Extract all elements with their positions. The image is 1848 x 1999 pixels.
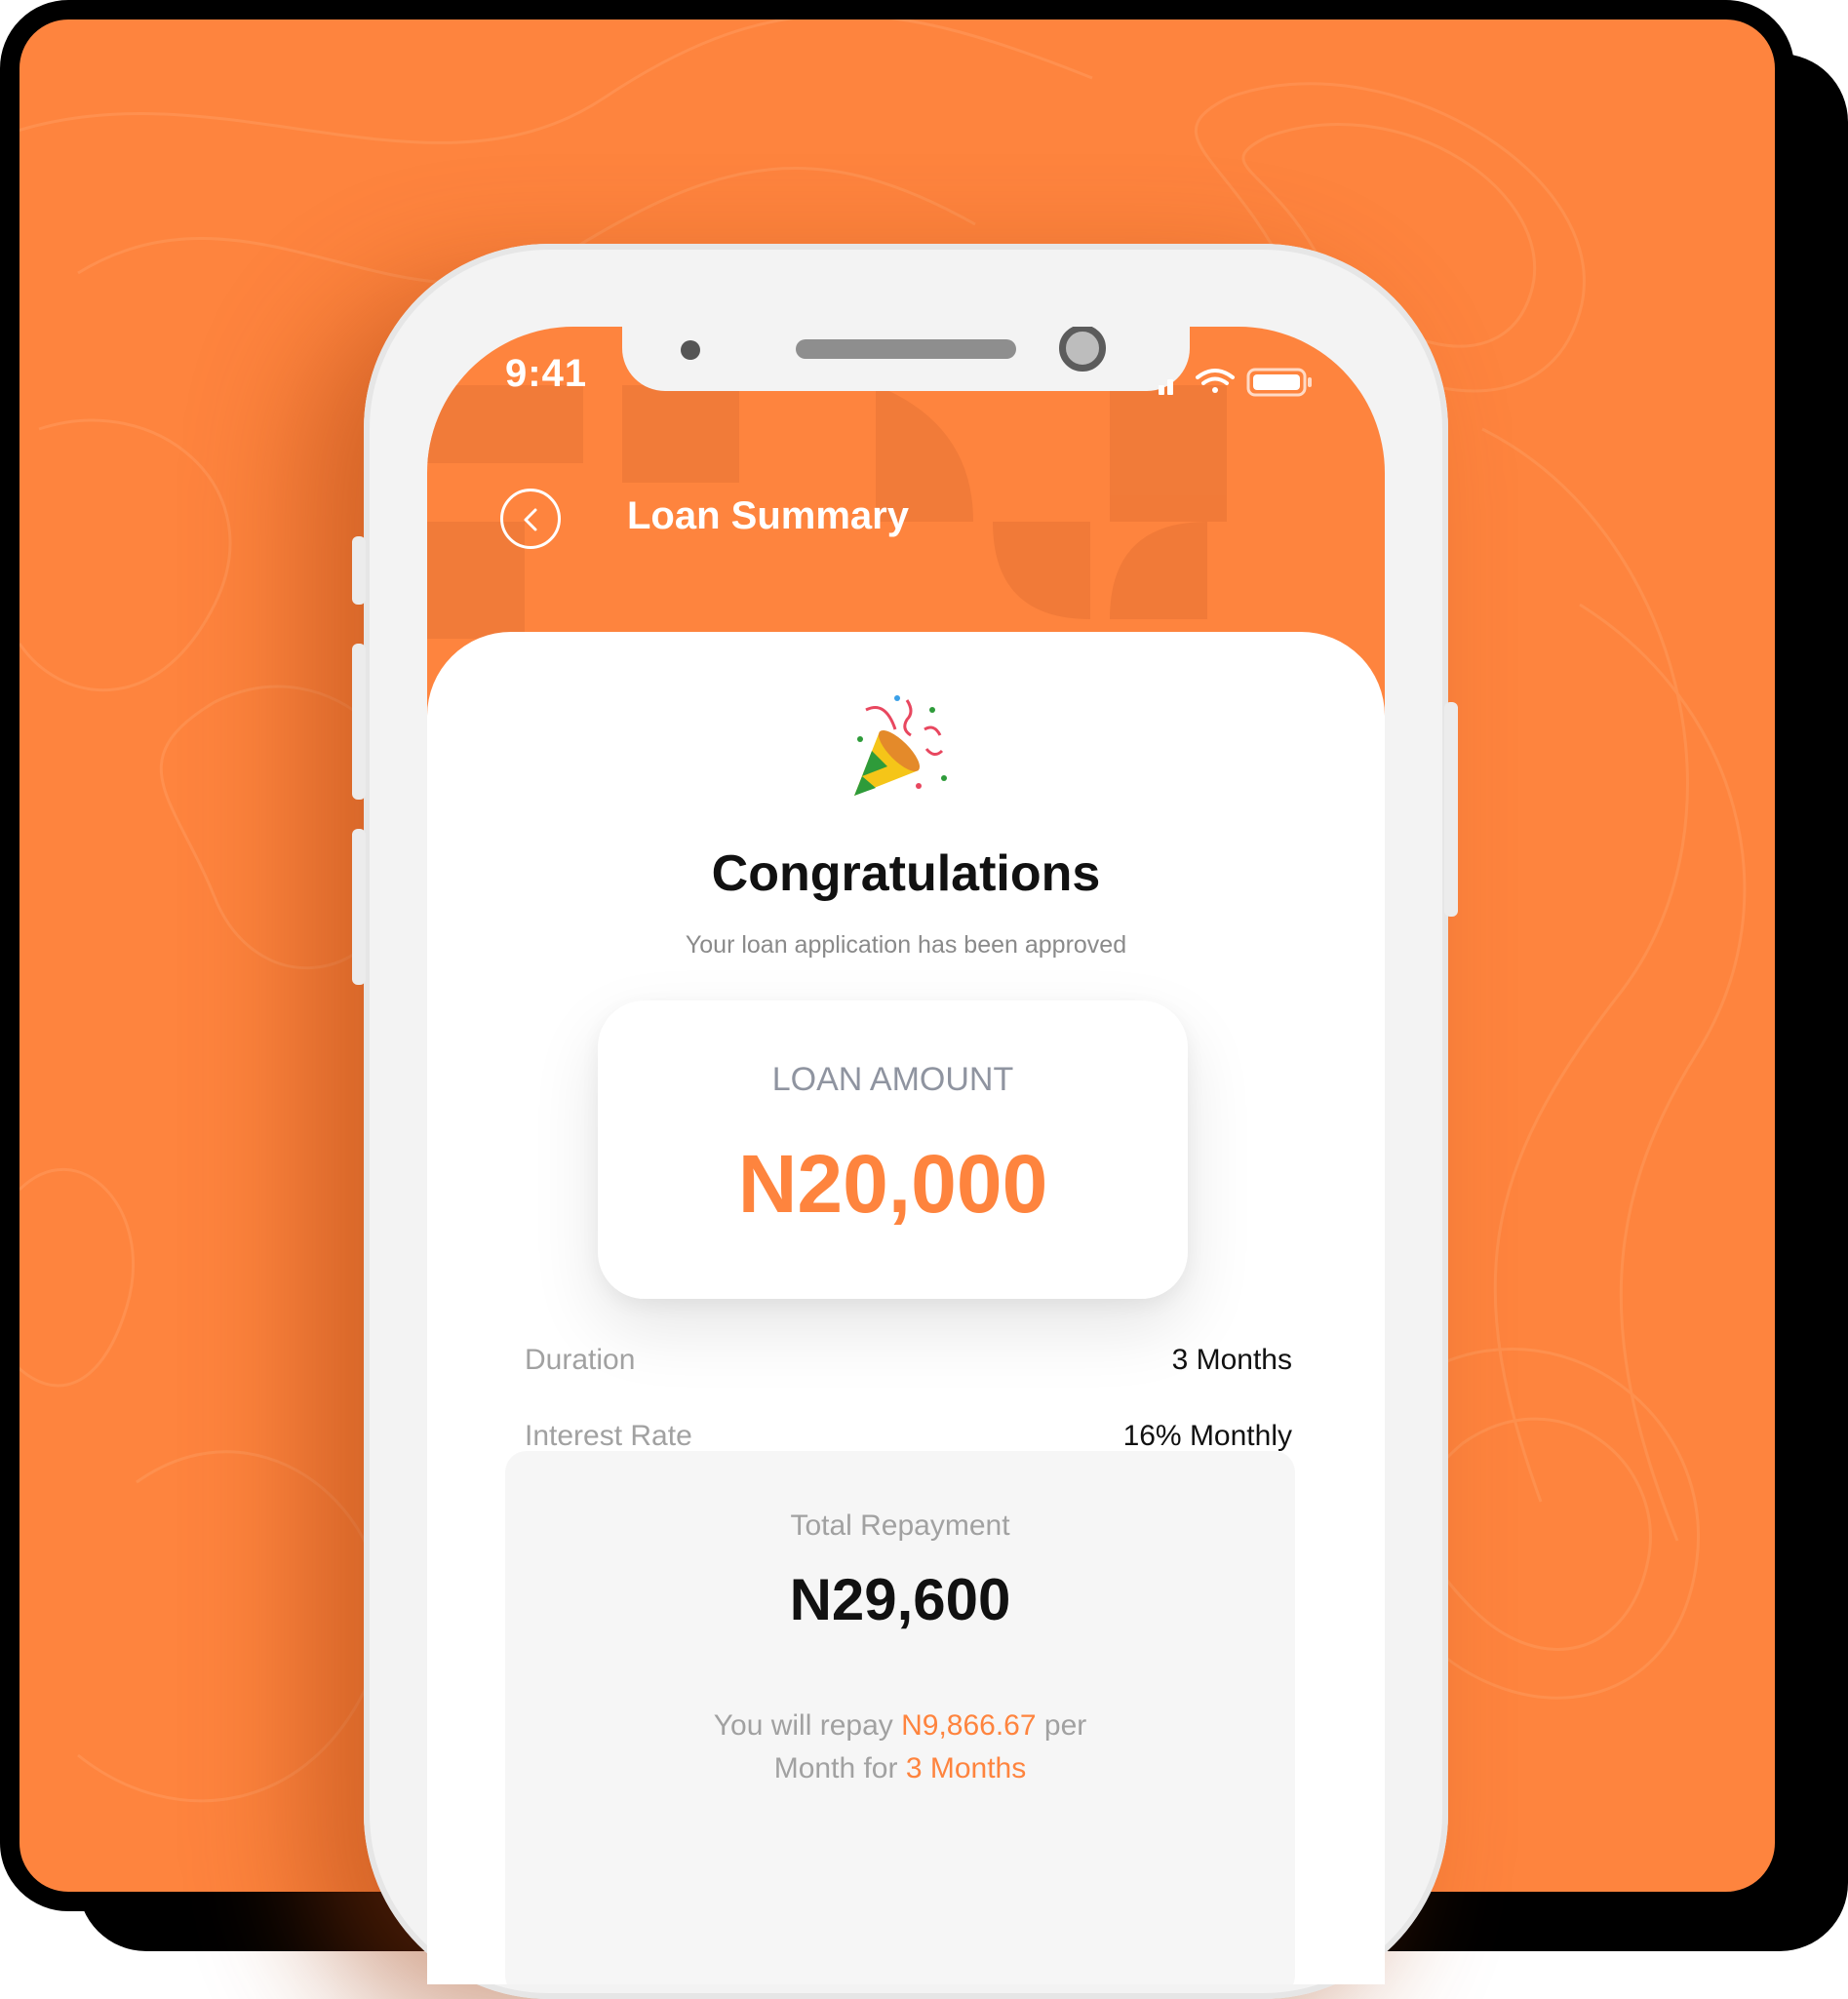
chevron-left-icon [524, 508, 537, 531]
congrats-heading: Congratulations [711, 845, 1101, 902]
sensor-dot [681, 340, 700, 360]
loan-amount-value: N20,000 [737, 1138, 1048, 1230]
repayment-note-mid: per [1043, 1709, 1087, 1742]
approval-subtitle: Your loan application has been approved [685, 931, 1127, 959]
duration-value: 3 Months [1171, 1344, 1292, 1376]
total-repayment-label: Total Repayment [790, 1509, 1010, 1542]
repayment-note-line2: Month for [773, 1752, 898, 1784]
earpiece-speaker [796, 339, 1016, 359]
volume-up-button [352, 644, 366, 800]
total-repayment-value: N29,600 [789, 1567, 1011, 1632]
party-popper-icon [854, 695, 947, 796]
volume-down-button [352, 829, 366, 985]
monthly-repayment-amount: N9,866.67 [901, 1709, 1037, 1742]
repayment-duration: 3 Months [905, 1752, 1027, 1784]
status-icons [1159, 368, 1312, 397]
wifi-icon [1196, 369, 1235, 393]
loan-amount-label: LOAN AMOUNT [771, 1061, 1014, 1098]
status-time: 9:41 [505, 352, 588, 395]
total-repayment-box: Total Repayment N29,600 You will repay N… [505, 1451, 1295, 1984]
power-button [1444, 702, 1458, 917]
duration-label: Duration [525, 1344, 636, 1376]
signal-icon [1159, 379, 1173, 395]
battery-icon [1246, 368, 1312, 397]
repayment-note: You will repay N9,866.67 per Month for 3… [505, 1705, 1295, 1790]
interest-rate-label: Interest Rate [525, 1420, 692, 1452]
repayment-note-prefix: You will repay [713, 1709, 893, 1742]
phone-notch [622, 327, 1190, 391]
mute-switch [352, 536, 366, 605]
page-title: Loan Summary [627, 494, 909, 537]
loan-amount-card: LOAN AMOUNT N20,000 [598, 1000, 1188, 1299]
interest-rate-value: 16% Monthly [1122, 1420, 1292, 1452]
front-camera [1059, 327, 1106, 372]
summary-content: Congratulations Your loan application ha… [427, 632, 1385, 1984]
phone-screen: 9:41 Loan Summary Congratulations Your l… [427, 327, 1385, 1984]
back-button[interactable] [500, 489, 561, 549]
